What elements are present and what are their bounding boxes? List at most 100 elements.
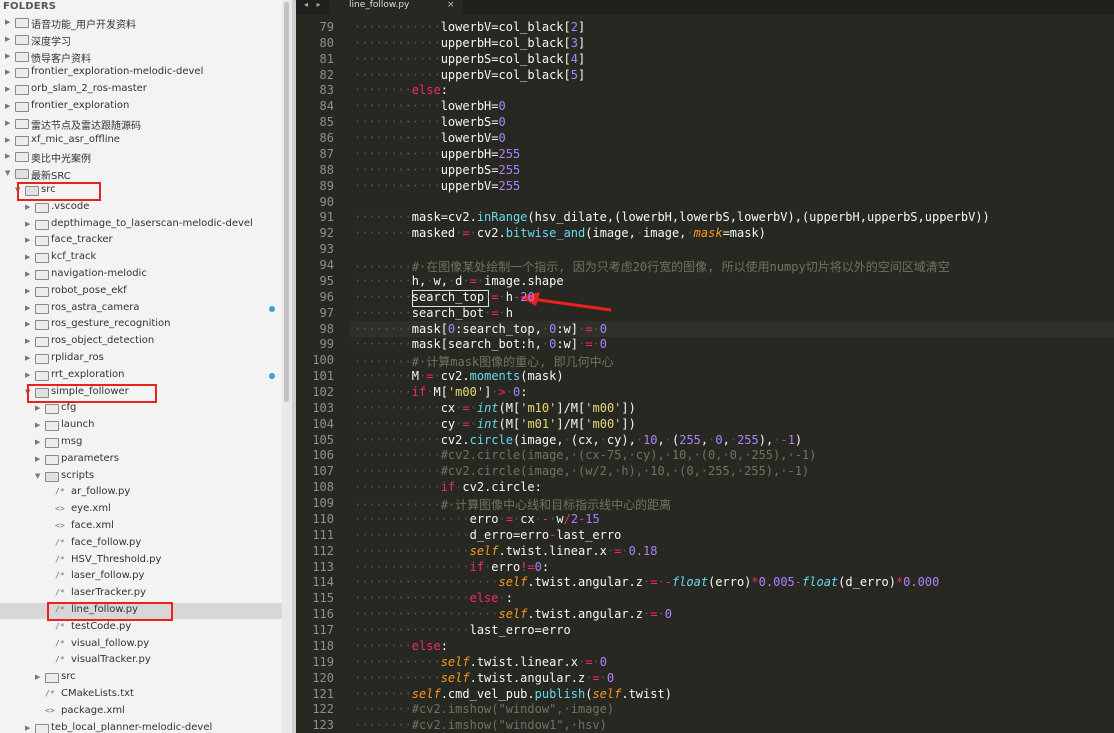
code-line[interactable]: ········mask[0:search_top,·0:w]·=·0 xyxy=(354,322,607,336)
folder-item[interactable]: ▶ rplidar_ros xyxy=(0,351,282,367)
file-item[interactable]: /* ar_follow.py xyxy=(0,485,282,501)
code-line[interactable]: ············#·计算图像中心线和目标指示线中心的距离 xyxy=(354,496,671,513)
file-item[interactable]: /* HSV_Threshold.py xyxy=(0,553,282,569)
code-editor[interactable]: 79 ············lowerbV=col_black[2] 80 ····… xyxy=(296,14,1114,733)
code-line[interactable]: ········if·M['m00']·>·0: xyxy=(354,385,527,399)
chevron-right-icon[interactable]: ▶ xyxy=(25,236,31,244)
chevron-right-icon[interactable]: ▶ xyxy=(25,337,31,345)
folder-item[interactable]: ▶ frontier_exploration xyxy=(0,99,282,115)
folder-item[interactable]: ▼ scripts xyxy=(0,469,282,485)
chevron-right-icon[interactable]: ▶ xyxy=(5,18,11,26)
code-line[interactable]: ········mask=cv2.inRange(hsv_dilate,(low… xyxy=(354,210,990,224)
folder-item[interactable]: ▶ depthimage_to_laserscan-melodic-devel xyxy=(0,217,282,233)
chevron-right-icon[interactable]: ▶ xyxy=(35,673,41,681)
code-line[interactable]: ············if·cv2.circle: xyxy=(354,480,542,494)
folder-item[interactable]: ▶ .vscode xyxy=(0,200,282,216)
folder-item[interactable]: ▶ cfg xyxy=(0,401,282,417)
chevron-right-icon[interactable]: ▶ xyxy=(5,119,11,127)
close-icon[interactable]: × xyxy=(447,0,455,10)
file-item[interactable]: /* CMakeLists.txt xyxy=(0,687,282,703)
folder-item[interactable]: ▶ orb_slam_2_ros-master xyxy=(0,82,282,98)
code-line[interactable]: ················erro·=·cx·-·w/2-15 xyxy=(354,512,600,526)
file-item[interactable]: /* visualTracker.py xyxy=(0,653,282,669)
code-line[interactable]: ········else: xyxy=(354,83,448,97)
code-line[interactable]: ················d_erro=erro-last_erro xyxy=(354,528,621,542)
chevron-right-icon[interactable]: ▶ xyxy=(25,304,31,312)
code-line[interactable]: ············#cv2.circle(image,·(cx-75,·c… xyxy=(354,448,816,462)
code-line[interactable]: ············lowerbV=col_black[2] xyxy=(354,20,585,34)
code-line[interactable]: ········#cv2.imshow("window1",·hsv) xyxy=(354,718,607,732)
chevron-down-icon[interactable]: ▼ xyxy=(35,472,41,480)
code-line[interactable]: ········else: xyxy=(354,639,448,653)
folder-item[interactable]: ▶ 雷达节点及雷达跟随源码 xyxy=(0,116,282,132)
tab-scroll-arrows-icon[interactable]: ◂ ▸ xyxy=(304,0,324,9)
code-line[interactable]: ············lowerbH=0 xyxy=(354,99,506,113)
folder-item[interactable]: ▶ kcf_track xyxy=(0,250,282,266)
code-line[interactable]: ············upperbH=col_black[3] xyxy=(354,36,585,50)
code-line[interactable]: ············upperbS=255 xyxy=(354,163,520,177)
folder-item[interactable]: ▶ 奥比中光案例 xyxy=(0,149,282,165)
chevron-right-icon[interactable]: ▶ xyxy=(25,287,31,295)
code-line[interactable]: ············lowerbV=0 xyxy=(354,131,506,145)
code-line[interactable]: ········mask[search_bot:h,·0:w]·=·0 xyxy=(354,337,607,351)
code-line[interactable]: ········search_top·=·h-20 xyxy=(354,290,535,304)
code-line[interactable]: ········#cv2.imshow("window",·image) xyxy=(354,702,614,716)
chevron-right-icon[interactable]: ▶ xyxy=(5,85,11,93)
code-line[interactable]: ····················self.twist.angular.z… xyxy=(354,575,939,589)
chevron-right-icon[interactable]: ▶ xyxy=(25,371,31,379)
folder-item[interactable]: ▶ frontier_exploration-melodic-devel xyxy=(0,65,282,81)
file-item[interactable]: /* face_follow.py xyxy=(0,536,282,552)
folder-item[interactable]: ▶ robot_pose_ekf xyxy=(0,284,282,300)
file-item[interactable]: /* laser_follow.py xyxy=(0,569,282,585)
code-line[interactable]: ········h,·w,·d·=·image.shape xyxy=(354,274,564,288)
chevron-right-icon[interactable]: ▶ xyxy=(25,354,31,362)
sidebar-scrollbar[interactable] xyxy=(282,0,292,733)
chevron-right-icon[interactable]: ▶ xyxy=(25,724,31,732)
folder-item[interactable]: ▶ src xyxy=(0,670,282,686)
folder-item[interactable]: ▶ 愤导客户资料 xyxy=(0,49,282,65)
file-item[interactable]: <> package.xml xyxy=(0,704,282,720)
chevron-right-icon[interactable]: ▶ xyxy=(25,320,31,328)
folder-item[interactable]: ▶ ros_astra_camera xyxy=(0,301,282,317)
code-line[interactable]: ············upperbH=255 xyxy=(354,147,520,161)
file-item[interactable]: <> eye.xml xyxy=(0,502,282,518)
code-line[interactable]: ····················self.twist.angular.z… xyxy=(354,607,672,621)
sidebar-scrollbar-thumb[interactable] xyxy=(284,2,289,402)
folder-item[interactable]: ▶ parameters xyxy=(0,452,282,468)
code-line[interactable]: ············upperbV=255 xyxy=(354,179,520,193)
code-line[interactable]: ········#·计算mask图像的重心, 即几何中心 xyxy=(354,353,614,370)
chevron-right-icon[interactable]: ▶ xyxy=(35,404,41,412)
folder-item[interactable]: ▶ rrt_exploration xyxy=(0,368,282,384)
folder-item[interactable]: ▶ teb_local_planner-melodic-devel xyxy=(0,721,282,733)
folder-item[interactable]: ▶ 深度学习 xyxy=(0,32,282,48)
chevron-right-icon[interactable]: ▶ xyxy=(35,438,41,446)
code-line[interactable]: ········#·在图像某处绘制一个指示, 因为只考虑20行宽的图像, 所以使… xyxy=(354,258,950,275)
folder-item[interactable]: ▶ xf_mic_asr_offline xyxy=(0,133,282,149)
code-line[interactable]: ················self.twist.linear.x·=·0.… xyxy=(354,544,657,558)
folder-item[interactable]: ▶ 语音功能_用户开发资料 xyxy=(0,15,282,31)
code-line[interactable]: ················else·: xyxy=(354,591,513,605)
file-item[interactable]: /* visual_follow.py xyxy=(0,637,282,653)
chevron-right-icon[interactable]: ▶ xyxy=(25,220,31,228)
code-line[interactable]: ········masked·=·cv2.bitwise_and(image,·… xyxy=(354,226,766,240)
code-line[interactable]: ········self.cmd_vel_pub.publish(self.tw… xyxy=(354,687,672,701)
folder-item[interactable]: ▶ msg xyxy=(0,435,282,451)
code-line[interactable]: ············upperbV=col_black[5] xyxy=(354,68,585,82)
chevron-right-icon[interactable]: ▶ xyxy=(25,270,31,278)
chevron-right-icon[interactable]: ▶ xyxy=(5,52,11,60)
code-line[interactable]: ············cv2.circle(image,·(cx,·cy),·… xyxy=(354,433,802,447)
folder-item[interactable]: ▶ ros_gesture_recognition xyxy=(0,317,282,333)
folder-item[interactable]: ▶ navigation-melodic xyxy=(0,267,282,283)
code-line[interactable]: ················if·erro!=0: xyxy=(354,560,549,574)
chevron-right-icon[interactable]: ▶ xyxy=(35,421,41,429)
chevron-right-icon[interactable]: ▶ xyxy=(5,102,11,110)
file-item[interactable]: <> face.xml xyxy=(0,519,282,535)
file-item[interactable]: /* testCode.py xyxy=(0,620,282,636)
chevron-right-icon[interactable]: ▶ xyxy=(5,35,11,43)
code-line[interactable]: ········M·=·cv2.moments(mask) xyxy=(354,369,564,383)
chevron-right-icon[interactable]: ▶ xyxy=(5,152,11,160)
code-line[interactable]: ············self.twist.angular.z·=·0 xyxy=(354,671,614,685)
folder-item[interactable]: ▶ launch xyxy=(0,418,282,434)
chevron-right-icon[interactable]: ▶ xyxy=(25,253,31,261)
folder-item[interactable]: ▼ 最新SRC xyxy=(0,166,282,182)
